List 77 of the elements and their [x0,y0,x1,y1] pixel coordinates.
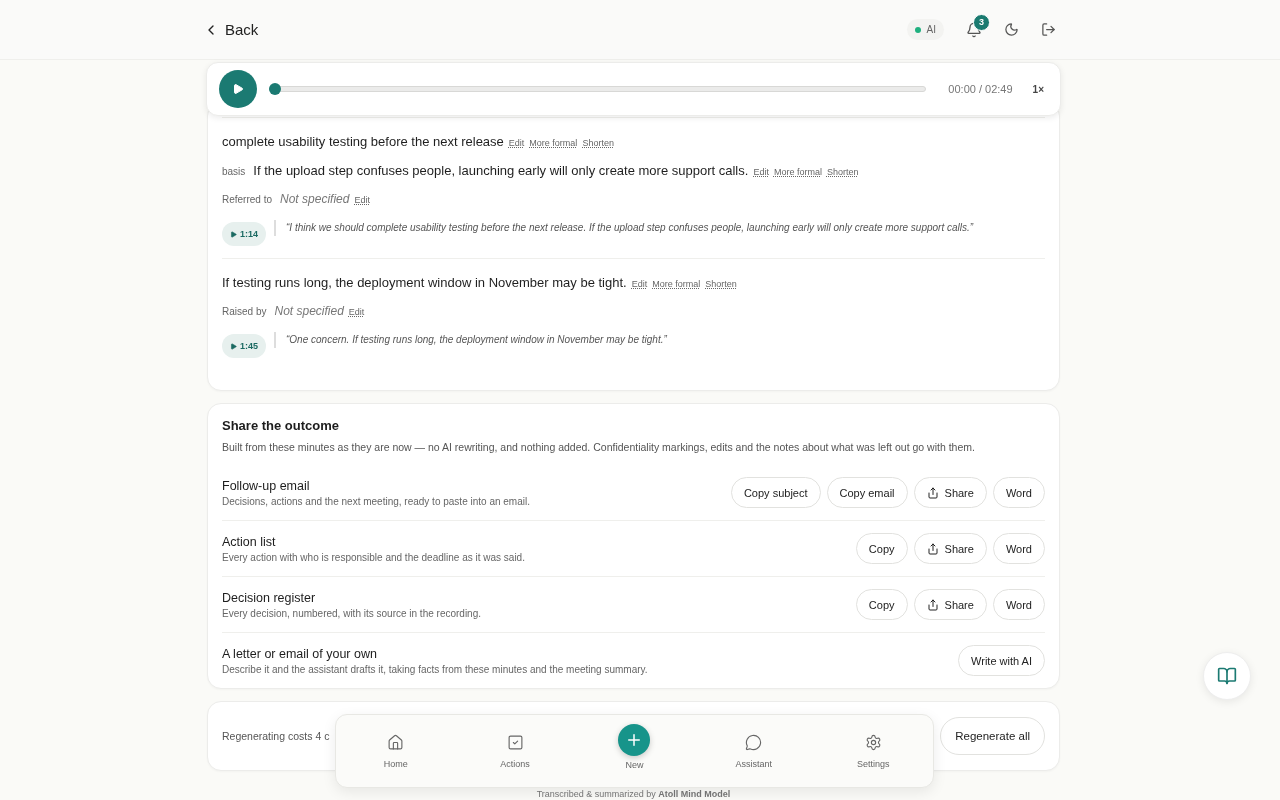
nav-item[interactable]: Actions [475,733,556,769]
play-icon [230,342,237,350]
export-description: Decisions, actions and the next meeting, ready to paste into an email. [222,495,531,507]
share-button[interactable]: Share [913,477,987,508]
share-button[interactable]: Share [913,533,987,564]
book-icon[interactable] [1203,652,1251,700]
footer-credit: Transcribed & summarized by Atoll Mind Model [536,789,731,799]
play-icon [230,230,237,238]
export-button[interactable]: Word [992,533,1045,564]
nav-item[interactable]: Assistant [713,733,794,769]
actions-icon [506,733,524,751]
basis-label: basis [222,166,246,177]
timestamp-button[interactable]: 1:45 [222,334,266,358]
edit-link[interactable]: Edit [631,279,648,289]
quote-text: “One concern. If testing runs long, the deployment window in November may be tight.” [274,332,667,348]
ai-status-badge: AI [906,19,944,40]
notifications-button[interactable]: 3 [966,13,990,38]
nav-item[interactable]: New [594,724,675,770]
export-title: Follow-up email [222,478,311,493]
notification-count: 3 [973,13,990,31]
edit-link[interactable]: Edit [508,138,525,148]
export-description: Every decision, numbered, with its source in the recording. [222,607,482,619]
export-title: Decision register [222,590,317,605]
progress-track[interactable] [269,83,927,95]
moon-icon[interactable] [1004,22,1019,37]
edit-link[interactable]: Edit [354,195,370,205]
regenerate-note: Regenerating costs 4 c [222,730,330,742]
export-button[interactable]: Word [992,477,1045,508]
share-icon [926,486,939,499]
person-value: Not specified [274,304,344,318]
section-description: Built from these minutes as they are now — no AI rewriting, and nothing added. Confidentiality markings, edits and the notes about what was left out go with them. [222,441,976,453]
person-value: Not specified [280,192,350,206]
speed-button[interactable]: 1× [1032,83,1044,95]
export-button[interactable]: Word [992,589,1045,620]
playback-time: 00:00 / 02:49 [948,83,1013,95]
home-icon [387,733,405,751]
progress-thumb[interactable] [269,83,281,95]
quote-text: “I think we should complete usability testing before the next release. If the upload step confuses people, launching early will only create more support calls.” [274,220,974,236]
logout-icon[interactable] [1041,22,1056,37]
settings-icon [864,733,882,751]
nav-item[interactable]: Settings [833,733,914,769]
export-button[interactable]: Write with AI [958,645,1045,676]
timestamp-button[interactable]: 1:14 [222,222,266,246]
share-button[interactable]: Share [913,589,987,620]
play-icon [232,83,244,95]
share-icon [926,598,939,611]
edit-link[interactable]: Edit [348,307,365,317]
export-title: A letter or email of your own [222,646,378,661]
edit-link[interactable]: Shorten [582,138,614,148]
export-title: Action list [222,534,277,549]
person-label: Raised by [222,306,267,317]
point-text: If testing runs long, the deployment window in November may be tight. [222,275,627,290]
plus-icon [618,724,651,756]
assistant-icon [745,733,763,751]
export-button[interactable]: Copy [855,589,908,620]
edit-link[interactable]: More formal [529,138,578,148]
export-button[interactable]: Copy [855,533,908,564]
play-button[interactable] [219,70,257,108]
export-description: Describe it and the assistant drafts it, taking facts from these minutes and the meeting summary. [222,663,649,675]
export-button[interactable]: Copy email [826,477,908,508]
nav-item[interactable]: Home [355,733,436,769]
book-glyph-icon [1217,666,1237,686]
section-title: Share the outcome [222,418,341,433]
back-button[interactable]: Back [203,21,259,38]
bell-icon [966,21,982,38]
edit-link[interactable]: Edit [753,167,769,177]
edit-link[interactable]: More formal [652,279,701,289]
edit-link[interactable]: Shorten [826,167,859,177]
export-button[interactable]: Copy subject [730,477,821,508]
edit-link[interactable]: Shorten [705,279,737,289]
share-icon [926,542,939,555]
person-label: Referred to [222,194,273,205]
point-text: complete usability testing before the next release [222,134,504,149]
basis-text: If the upload step confuses people, launching early will only create more support calls. [253,163,749,178]
edit-link[interactable]: More formal [773,167,822,177]
regenerate-button[interactable]: Regenerate all [940,717,1045,755]
export-description: Every action with who is responsible and the deadline as it was said. [222,551,526,563]
